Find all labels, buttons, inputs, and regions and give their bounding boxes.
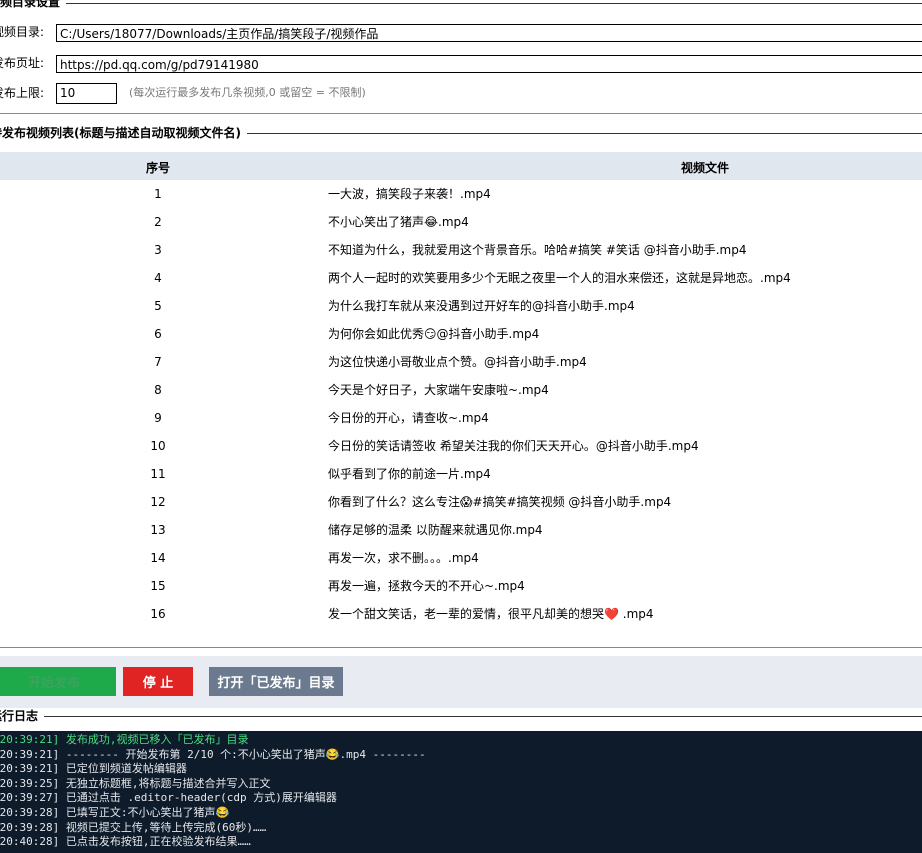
log-line: [20:39:21] 已定位到频道发帖编辑器 [0, 762, 187, 776]
row-index: 6 [154, 327, 162, 341]
row-file-name: 再发一次，求不删。。。.mp4 [328, 551, 479, 565]
stop-button[interactable]: 停 止 [123, 667, 193, 696]
row-index: 3 [154, 243, 162, 257]
open-published-dir-button[interactable]: 打开「已发布」目录 [209, 667, 343, 696]
col-file-header[interactable]: 视频文件 [681, 159, 729, 176]
video-dir-label: 视频目录: [0, 25, 45, 39]
limit-hint: (每次运行最多发布几条视频,0 或留空 = 不限制) [129, 86, 366, 99]
row-index: 8 [154, 383, 162, 397]
row-index: 5 [154, 299, 162, 313]
table-row[interactable]: 16 发一个甜文笑话，老一辈的爱情，很平凡却美的想哭❤️ .mp4 [0, 600, 922, 628]
row-index: 16 [150, 607, 166, 621]
limit-input[interactable]: 10 [56, 83, 117, 104]
log-frame-top-line [0, 716, 922, 717]
row-file-name: 不小心笑出了猪声😂.mp4 [328, 215, 469, 229]
col-index-header[interactable]: 序号 [146, 159, 170, 176]
row-file-name: 两个人一起时的欢笑要用多少个无眠之夜里一个人的泪水来偿还，这就是异地恋。.mp4 [328, 271, 791, 285]
log-line: [20:39:28] 已填写正文:不小心笑出了猪声😂 [0, 806, 230, 819]
row-index: 7 [154, 355, 162, 369]
limit-label: 发布上限: [0, 86, 45, 100]
log-line: [20:39:28] 视频已提交上传,等待上传完成(60秒)…… [0, 820, 267, 834]
row-index: 15 [150, 579, 166, 593]
row-index: 2 [154, 215, 162, 229]
row-file-name: 为何你会如此优秀😏@抖音小助手.mp4 [328, 327, 540, 341]
settings-frame-title: 视频目录设置 [0, 0, 67, 9]
table-row[interactable]: 6 为何你会如此优秀😏@抖音小助手.mp4 [0, 320, 922, 348]
row-index: 11 [150, 467, 166, 481]
video-dir-input[interactable]: C:/Users/18077/Downloads/主页作品/搞笑段子/视频作品 [56, 24, 922, 42]
table-row[interactable]: 8 今天是个好日子，大家端午安康啦~.mp4 [0, 376, 922, 404]
row-file-name: 再发一遍，拯救今天的不开心~.mp4 [328, 579, 525, 593]
table-row[interactable]: 13 储存足够的温柔 以防醒来就遇见你.mp4 [0, 516, 922, 544]
table-row[interactable]: 10 今日份的笑话请签收 希望关注我的你们天天开心。@抖音小助手.mp4 [0, 432, 922, 460]
table-row[interactable]: 12 你看到了什么？这么专注😱#搞笑#搞笑视频 @抖音小助手.mp4 [0, 488, 922, 516]
table-row[interactable]: 7 为这位快递小哥敬业点个赞。@抖音小助手.mp4 [0, 348, 922, 376]
row-index: 14 [150, 551, 166, 565]
row-file-name: 你看到了什么？这么专注😱#搞笑#搞笑视频 @抖音小助手.mp4 [328, 495, 672, 509]
settings-frame-top-line [0, 3, 922, 4]
publish-url-input[interactable]: https://pd.qq.com/g/pd79141980 [56, 55, 922, 73]
table-row[interactable]: 5 为什么我打车就从来没遇到过开好车的@抖音小助手.mp4 [0, 292, 922, 320]
row-index: 1 [154, 187, 162, 201]
row-index: 10 [150, 439, 166, 453]
row-index: 9 [154, 411, 162, 425]
table-row[interactable]: 1 一大波，搞笑段子来袭！.mp4 [0, 180, 922, 208]
log-line: [20:39:21] 发布成功,视频已移入「已发布」目录 [0, 733, 249, 746]
row-file-name: 一大波，搞笑段子来袭！.mp4 [328, 187, 491, 201]
list-frame-bottom-line [0, 647, 922, 648]
table-row[interactable]: 15 再发一遍，拯救今天的不开心~.mp4 [0, 572, 922, 600]
row-file-name: 今天是个好日子，大家端午安康啦~.mp4 [328, 383, 549, 397]
log-line: [20:39:25] 无独立标题框,将标题与描述合并写入正文 [0, 776, 271, 790]
row-file-name: 似乎看到了你的前途一片.mp4 [328, 467, 491, 481]
start-button[interactable]: 开始发布 [0, 667, 116, 696]
table-row[interactable]: 3 不知道为什么，我就爱用这个背景音乐。哈哈#搞笑 #笑话 @抖音小助手.mp4 [0, 236, 922, 264]
settings-frame-bottom-line [0, 113, 922, 114]
table-row[interactable]: 9 今日份的开心，请查收~.mp4 [0, 404, 922, 432]
row-file-name: 为什么我打车就从来没遇到过开好车的@抖音小助手.mp4 [328, 299, 635, 313]
row-file-name: 储存足够的温柔 以防醒来就遇见你.mp4 [328, 523, 543, 537]
table-row[interactable]: 11 似乎看到了你的前途一片.mp4 [0, 460, 922, 488]
log-frame-title: 运行日志 [0, 709, 45, 723]
row-file-name: 为这位快递小哥敬业点个赞。@抖音小助手.mp4 [328, 355, 587, 369]
table-row[interactable]: 14 再发一次，求不删。。。.mp4 [0, 544, 922, 572]
table-row[interactable]: 4 两个人一起时的欢笑要用多少个无眠之夜里一个人的泪水来偿还，这就是异地恋。.mp… [0, 264, 922, 292]
row-index: 4 [154, 271, 162, 285]
log-console[interactable]: [20:39:21] 发布成功,视频已移入「已发布」目录 [20:39:21] -… [0, 731, 922, 853]
row-file-name: 今日份的开心，请查收~.mp4 [328, 411, 489, 425]
log-line: [20:39:21] -------- 开始发布第 2/10 个:不小心笑出了猪… [0, 747, 426, 761]
table-header: 序号 视频文件 [0, 152, 922, 180]
publish-url-label: 发布页址: [0, 56, 45, 70]
row-index: 13 [150, 523, 166, 537]
list-frame-title: 待发布视频列表(标题与描述自动取视频文件名) [0, 126, 247, 140]
table-row[interactable]: 2 不小心笑出了猪声😂.mp4 [0, 208, 922, 236]
log-line: [20:40:28] 已点击发布按钮,正在校验发布结果…… [0, 835, 251, 849]
row-index: 12 [150, 495, 166, 509]
row-file-name: 发一个甜文笑话，老一辈的爱情，很平凡却美的想哭❤️ .mp4 [328, 607, 654, 621]
row-file-name: 今日份的笑话请签收 希望关注我的你们天天开心。@抖音小助手.mp4 [328, 439, 699, 453]
row-file-name: 不知道为什么，我就爱用这个背景音乐。哈哈#搞笑 #笑话 @抖音小助手.mp4 [328, 243, 747, 257]
log-line: [20:39:27] 已通过点击 .editor-header(cdp 方式)展… [0, 791, 337, 805]
